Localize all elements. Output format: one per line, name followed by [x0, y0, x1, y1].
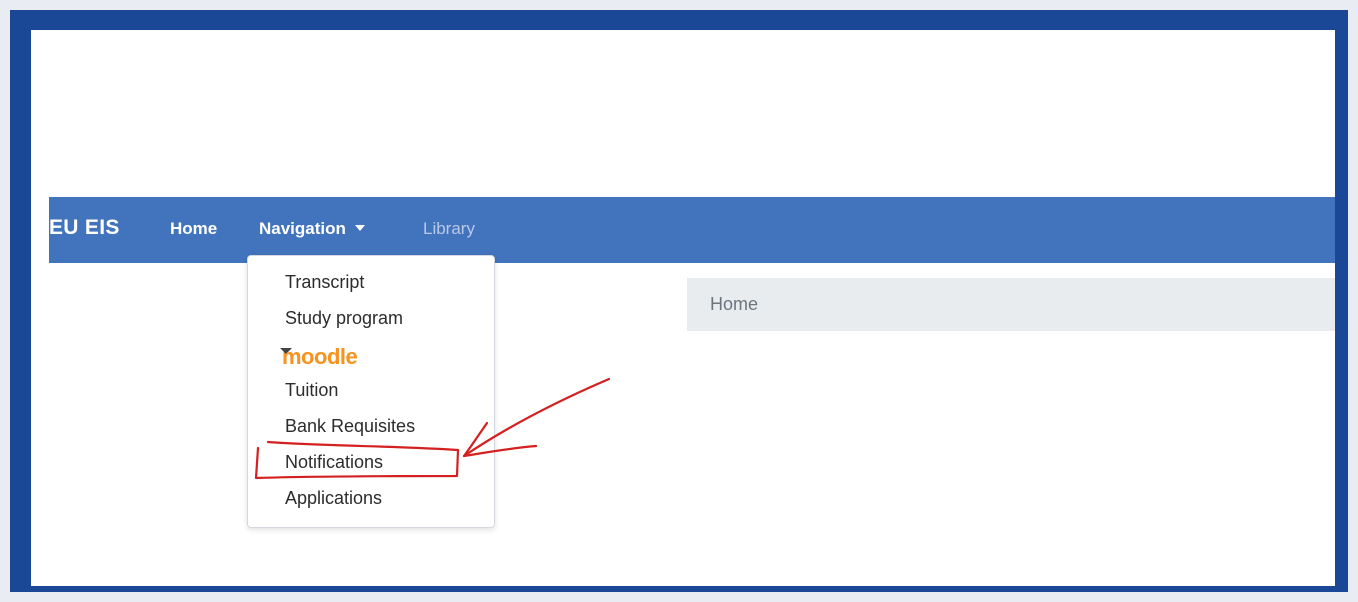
dropdown-item-study-program[interactable]: Study program	[285, 308, 403, 329]
brand-logo[interactable]: EU EIS	[49, 216, 120, 240]
dropdown-item-transcript[interactable]: Transcript	[285, 272, 364, 293]
moodle-logo-text: moodle	[282, 344, 358, 369]
caret-down-icon	[354, 224, 365, 231]
nav-navigation-dropdown[interactable]: Navigation	[259, 219, 365, 239]
nav-home-link[interactable]: Home	[170, 219, 217, 239]
breadcrumb-home[interactable]: Home	[710, 294, 758, 315]
dropdown-item-tuition[interactable]: Tuition	[285, 380, 338, 401]
nav-library-link[interactable]: Library	[423, 219, 475, 239]
screenshot-area: EU EIS Home Navigation Library Transcrip…	[31, 30, 1335, 586]
navigation-dropdown-menu: Transcript Study program moodle Tuition …	[247, 255, 495, 528]
dropdown-item-bank-requisites[interactable]: Bank Requisites	[285, 416, 415, 437]
breadcrumb: Home	[687, 278, 1335, 331]
dropdown-item-notifications[interactable]: Notifications	[285, 452, 383, 473]
dropdown-item-applications[interactable]: Applications	[285, 488, 382, 509]
top-navbar: EU EIS Home Navigation Library	[49, 197, 1335, 263]
nav-navigation-label: Navigation	[259, 219, 346, 238]
dropdown-item-moodle[interactable]: moodle	[280, 344, 358, 370]
moodle-cap-icon	[280, 348, 292, 354]
